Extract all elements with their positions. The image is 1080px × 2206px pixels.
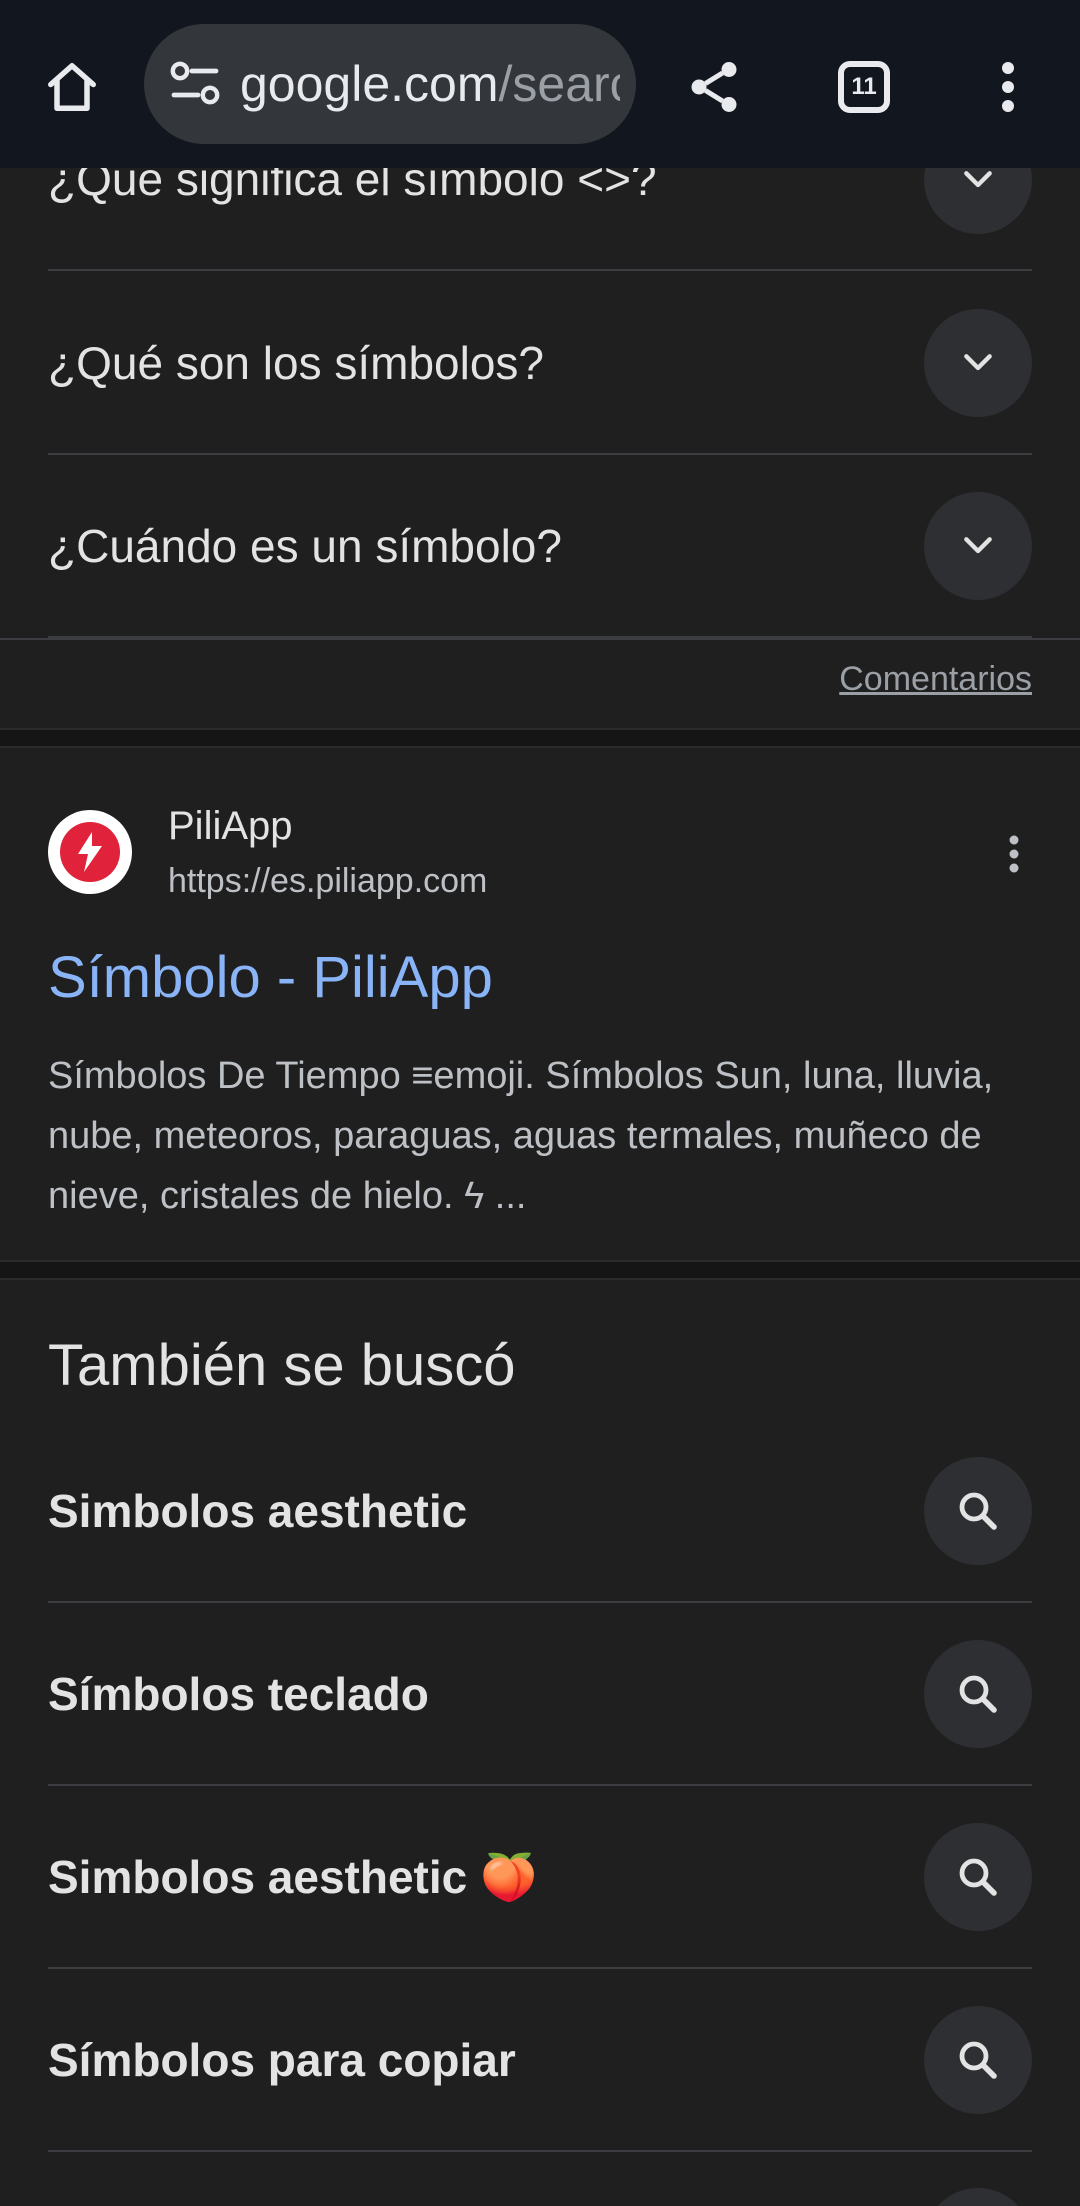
browser-toolbar: google.com/searc 11 xyxy=(0,0,1080,168)
feedback-link[interactable]: Comentarios xyxy=(839,660,1032,699)
search-icon xyxy=(959,2041,997,2079)
url-path: /searc xyxy=(498,56,621,112)
expand-button[interactable] xyxy=(924,309,1032,417)
expand-button[interactable] xyxy=(924,492,1032,600)
search-button[interactable] xyxy=(924,1823,1032,1931)
browser-viewport: ¿Qué significa el símbolo <>? ¿Qué son l… xyxy=(0,0,1080,2206)
site-settings-icon[interactable] xyxy=(168,59,222,109)
search-button[interactable] xyxy=(924,2188,1032,2206)
share-icon xyxy=(691,62,737,112)
tab-count: 11 xyxy=(838,61,890,113)
url-text[interactable]: google.com/searc xyxy=(240,24,620,144)
faq-item[interactable]: ¿Cuándo es un símbolo? xyxy=(48,455,1032,638)
search-button[interactable] xyxy=(924,2006,1032,2114)
related-search-label: Simbolos aesthetic 🍑 xyxy=(48,1851,538,1903)
home-icon xyxy=(48,63,96,111)
faq-item[interactable]: ¿Qué son los símbolos? xyxy=(48,272,1032,455)
related-search-label: Símbolos teclado xyxy=(48,1668,429,1720)
site-url[interactable]: https://es.piliapp.com xyxy=(168,862,487,901)
more-vert-icon xyxy=(1002,62,1014,112)
related-search-label: Símbolos para copiar xyxy=(48,2034,516,2086)
feedback-bar: Comentarios xyxy=(0,638,1080,728)
share-button[interactable] xyxy=(672,45,756,129)
related-search-item[interactable]: Simbolos aesthetic xyxy=(48,1420,1032,1603)
related-search-label: Simbolos aesthetic xyxy=(48,1485,468,1537)
result-title-link[interactable]: Símbolo - PiliApp xyxy=(48,944,493,1011)
search-icon xyxy=(959,1492,997,1530)
search-button[interactable] xyxy=(924,1457,1032,1565)
address-bar[interactable]: google.com/searc xyxy=(144,24,636,144)
home-button[interactable] xyxy=(30,45,114,129)
tab-switcher-button[interactable]: 11 xyxy=(822,45,906,129)
browser-menu-button[interactable] xyxy=(966,45,1050,129)
result-snippet: Símbolos De Tiempo ≡emoji. Símbolos Sun,… xyxy=(48,1055,994,1217)
related-searches-heading: También se buscó xyxy=(48,1333,516,1398)
related-search-item[interactable]: Símbolos teclado xyxy=(48,1603,1032,1786)
search-icon xyxy=(959,1675,997,1713)
section-divider xyxy=(0,1260,1080,1280)
url-host: google.com xyxy=(240,56,499,112)
chevron-down-icon xyxy=(964,354,992,371)
chevron-down-icon xyxy=(964,537,992,554)
related-search-item[interactable]: Símbolos para copiar xyxy=(48,1969,1032,2152)
more-options-icon[interactable] xyxy=(996,830,1032,878)
site-favicon[interactable] xyxy=(48,810,132,894)
faq-question: ¿Cuándo es un símbolo? xyxy=(48,520,562,572)
search-button[interactable] xyxy=(924,1640,1032,1748)
site-name[interactable]: PiliApp xyxy=(168,804,293,849)
search-result: PiliApp https://es.piliapp.com Símbolo -… xyxy=(0,748,1080,1260)
faq-question: ¿Qué son los símbolos? xyxy=(48,337,545,389)
section-divider xyxy=(0,728,1080,748)
related-search-item[interactable]: Simbolos aesthetic 🍑 xyxy=(48,1786,1032,1969)
search-icon xyxy=(959,1858,997,1896)
lightning-icon xyxy=(60,822,120,882)
